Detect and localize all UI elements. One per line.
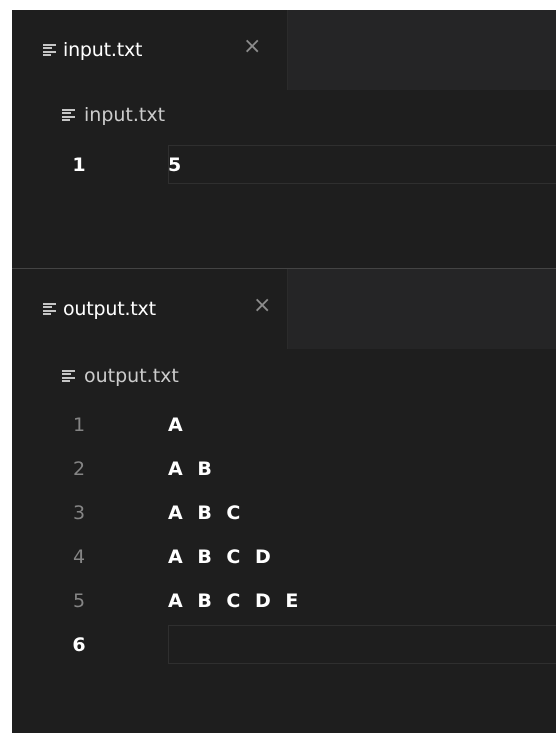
text-file-icon: [62, 369, 75, 383]
tab-input-txt[interactable]: input.txt ×: [12, 10, 288, 90]
line-number: 4: [72, 546, 86, 568]
tab-label: output.txt: [63, 298, 156, 320]
text-file-icon: [43, 43, 56, 57]
breadcrumb[interactable]: input.txt: [62, 104, 165, 126]
editor-line[interactable]: 2 A B: [12, 447, 556, 491]
line-text[interactable]: A B: [168, 447, 212, 491]
editor-group-input: input.txt × input.txt 1 5: [12, 10, 556, 268]
line-number: 2: [72, 458, 86, 480]
line-text[interactable]: A B C: [168, 491, 240, 535]
line-text[interactable]: A B C D E: [168, 579, 298, 623]
tab-label: input.txt: [63, 39, 143, 61]
window-border-left: [0, 0, 12, 733]
breadcrumb-label: output.txt: [84, 365, 179, 387]
breadcrumb[interactable]: output.txt: [62, 365, 179, 387]
editor-line[interactable]: 5 A B C D E: [12, 579, 556, 623]
line-text[interactable]: A: [168, 403, 183, 447]
tab-strip: input.txt ×: [12, 10, 556, 90]
line-text[interactable]: A B C D: [168, 535, 271, 579]
text-file-icon: [43, 302, 56, 316]
editor-line[interactable]: 3 A B C: [12, 491, 556, 535]
current-line-highlight: [168, 145, 556, 184]
line-number: 5: [72, 590, 86, 612]
line-number: 1: [72, 154, 86, 176]
close-icon[interactable]: ×: [243, 34, 261, 59]
text-file-icon: [62, 108, 75, 122]
tab-output-txt[interactable]: output.txt ×: [12, 269, 288, 349]
editor-line[interactable]: 1 A: [12, 403, 556, 447]
editor-line[interactable]: 6: [12, 623, 556, 667]
close-icon[interactable]: ×: [253, 293, 271, 318]
line-number: 3: [72, 502, 86, 524]
editor-group-output: output.txt × output.txt 1 A 2 A B 3 A B …: [12, 269, 556, 733]
tab-strip: output.txt ×: [12, 269, 556, 349]
current-line-highlight: [168, 625, 556, 664]
breadcrumb-label: input.txt: [84, 104, 166, 126]
line-text[interactable]: 5: [168, 143, 181, 187]
line-number: 1: [72, 414, 86, 436]
window-border-top: [0, 0, 556, 10]
editor-line[interactable]: 4 A B C D: [12, 535, 556, 579]
editor-line[interactable]: 1 5: [12, 143, 556, 187]
line-number: 6: [72, 634, 86, 656]
